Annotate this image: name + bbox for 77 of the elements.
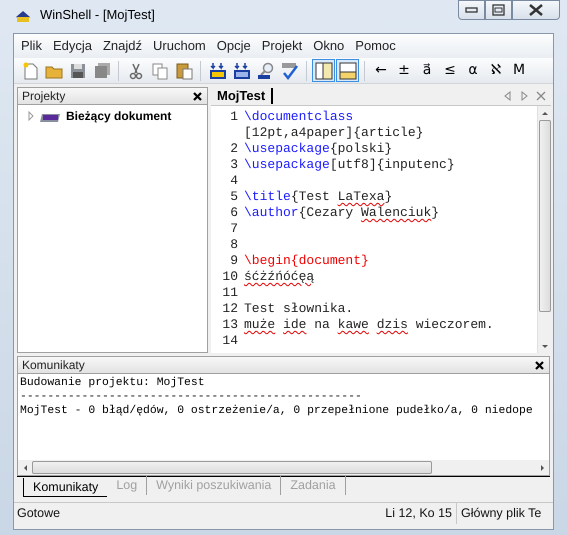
maximize-button[interactable]	[485, 0, 512, 20]
code-line: \documentclass	[244, 109, 354, 125]
symbol-button[interactable]: ±	[393, 60, 415, 82]
minimize-icon	[465, 7, 478, 13]
symbol-button[interactable]: α	[462, 60, 484, 82]
line-number: 1	[230, 109, 238, 124]
previous-icon[interactable]	[503, 90, 513, 102]
line-number: 11	[222, 285, 238, 300]
close-icon	[528, 3, 544, 17]
message-line: MojTest - 0 błąd/ędów, 0 ostrzeżenie/a, 0 przepełnione pudełko/a, 0 niedope	[20, 404, 534, 418]
message-line: Budowanie projektu: MojTest	[20, 376, 206, 390]
code-line: śćżźńóćęą	[244, 269, 314, 285]
expand-icon[interactable]	[27, 110, 36, 120]
symbol-button[interactable]: ←	[370, 60, 392, 82]
line-number: 3	[230, 157, 238, 172]
code-line: [12pt,a4paper]{article}	[244, 125, 424, 141]
right-arrow-icon	[538, 464, 546, 472]
menu-item[interactable]: Opcje	[216, 36, 251, 56]
minimize-button[interactable]	[458, 0, 485, 20]
line-number: 4	[230, 173, 238, 188]
close-button[interactable]	[512, 0, 560, 20]
symbol-button[interactable]: M	[508, 60, 530, 82]
toolbar-button[interactable]	[312, 59, 335, 82]
window-title: WinShell - [MojTest]	[40, 6, 155, 24]
code-line: muże ide na kawe dzis wieczorem.	[244, 317, 494, 333]
status-text: Gotowe	[16, 505, 62, 522]
line-number: 6	[230, 205, 238, 220]
code-line: \usepackage{polski}	[244, 141, 392, 157]
cursor-position: Li 12, Ko 15	[375, 503, 457, 524]
line-number: 9	[230, 253, 238, 268]
code-line: Test słownika.	[244, 301, 354, 317]
panel-title: Komunikaty	[22, 357, 85, 374]
toolbar-button[interactable]	[336, 59, 359, 82]
menu-item[interactable]: Pomoc	[355, 36, 396, 56]
copy-icon	[150, 60, 170, 80]
line-number: 8	[230, 237, 238, 252]
close-icon[interactable]	[534, 360, 545, 370]
menu-item[interactable]: Uruchom	[153, 36, 206, 56]
editor-tab[interactable]: MojTest	[211, 88, 274, 104]
menu-item[interactable]: Okno	[313, 36, 344, 56]
line-number: 5	[230, 189, 238, 204]
menu-item[interactable]: Edycja	[52, 36, 92, 56]
menu-item[interactable]: Znajdź	[102, 36, 142, 56]
main-file-label: Główny plik Te	[460, 505, 542, 522]
vertical-scrollbar[interactable]	[537, 106, 551, 353]
spell-check-icon	[280, 60, 300, 80]
menu-item[interactable]: Plik	[21, 36, 42, 56]
line-number: 14	[222, 333, 238, 348]
maximize-icon	[492, 4, 505, 16]
panel-tab[interactable]: Komunikaty	[23, 478, 108, 497]
down-arrow-icon	[540, 342, 548, 350]
symbol-button[interactable]: ≤	[439, 60, 461, 82]
line-number: 10	[222, 269, 238, 284]
next-icon[interactable]	[519, 90, 529, 102]
left-arrow-icon	[22, 464, 28, 472]
symbol-button[interactable]: a⃗	[416, 60, 438, 82]
line-number: 13	[222, 317, 238, 332]
line-number: 12	[222, 301, 238, 316]
up-arrow-icon	[540, 110, 548, 116]
message-line: --------------------------------------------------	[20, 390, 363, 404]
code-line: \usepackage[utf8]{inputenc}	[244, 157, 455, 173]
line-number: 7	[230, 221, 238, 236]
code-line: \begin{document}	[244, 253, 369, 269]
bottom-pane-icon	[338, 60, 358, 80]
symbol-button[interactable]: ℵ	[485, 60, 507, 82]
line-number: 2	[230, 141, 238, 156]
code-line: \title{Test LaTexa}	[244, 189, 392, 205]
pdf-build-icon	[208, 60, 228, 80]
magnifier-icon	[256, 60, 276, 80]
left-pane-icon	[314, 60, 334, 80]
tree-item[interactable]: Bieżący dokument	[66, 106, 172, 124]
code-line: \author{Cezary Walenciuk}	[244, 205, 440, 221]
menu-item[interactable]: Projekt	[262, 36, 302, 56]
bib-build-icon	[232, 60, 252, 80]
clipboard-icon	[174, 60, 194, 80]
close-icon[interactable]	[192, 90, 203, 102]
panel-title: Projekty	[22, 88, 66, 105]
